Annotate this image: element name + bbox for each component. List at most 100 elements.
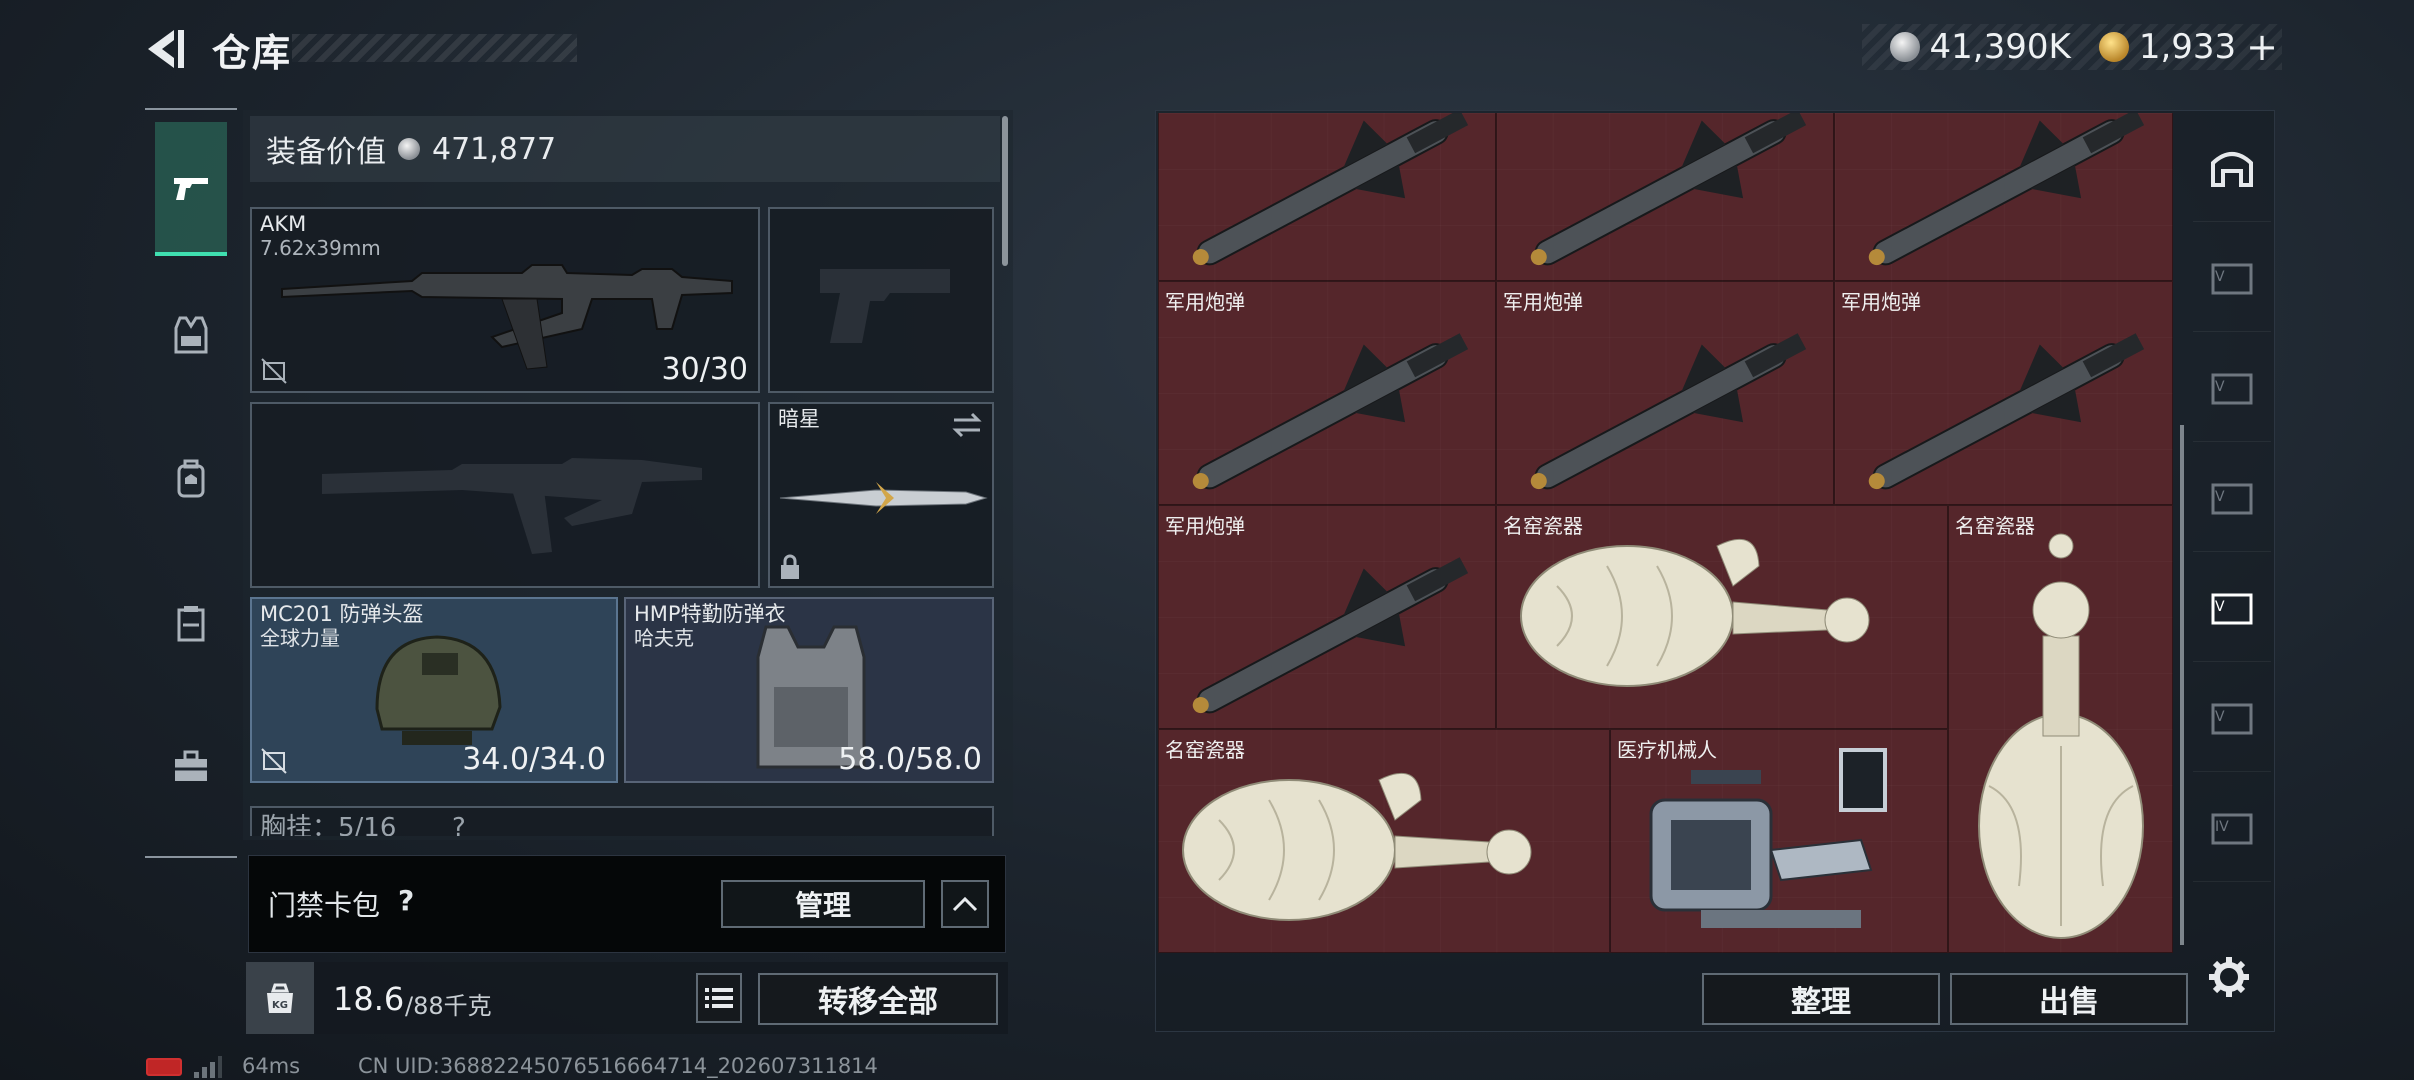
chest-rig-slot[interactable]: 胸挂：5/16 ? [250,806,994,836]
storage-box-icon: V [2211,703,2253,734]
storage-item[interactable] [1496,113,1834,281]
secondary-weapon-slot[interactable] [768,207,994,393]
storage-item[interactable]: 名窑瓷器 [1158,729,1610,953]
storage-item[interactable] [1158,113,1496,281]
signal-icon [194,1056,222,1078]
backpack-icon [177,459,205,498]
item-label: 军用炮弹 [1503,290,1583,314]
missile-icon [1192,113,1469,266]
storage-box-icon: V [2211,483,2253,514]
weight-icon-box: KG [246,962,314,1034]
battery-icon [146,1058,182,1076]
svg-text:V: V [2215,379,2225,395]
secondary-rifle-slot[interactable] [250,402,760,588]
storage-box-icon: V [2211,263,2253,294]
no-insure-icon [261,748,287,774]
pistol-icon [174,178,208,200]
collapse-button[interactable] [941,880,989,928]
manage-button[interactable]: 管理 [721,880,925,928]
storage-tab-iv[interactable]: IV [2193,772,2271,882]
knife-icon [779,482,988,514]
storage-item[interactable]: 军用炮弹 [1496,281,1834,505]
item-label: 医疗机械人 [1617,738,1717,762]
armor-slot[interactable]: HMP特勤防弹衣 哈夫克 58.0/58.0 [624,597,994,783]
missile-icon [1192,333,1469,490]
svg-text:KG: KG [272,1000,288,1011]
item-label: 名窑瓷器 [1955,514,2035,538]
medical-robot-icon [1649,748,1887,928]
no-insure-icon [261,358,287,384]
storage-tab-home[interactable] [2193,112,2271,222]
gold-currency-amount: 1,933 [2138,27,2237,67]
helmet-slot[interactable]: MC201 防弹头盔 全球力量 34.0/34.0 [250,597,618,783]
category-container[interactable] [155,556,227,690]
storage-tab-v4-active[interactable]: V [2193,552,2271,662]
missile-icon [1868,333,2145,490]
gear-icon[interactable] [2207,955,2251,999]
add-currency-button[interactable]: + [2246,28,2278,66]
weight-max: /88千克 [405,992,492,1020]
silver-coin-icon [1889,32,1920,62]
chevron-up-icon [952,896,978,912]
storage-item[interactable]: 军用炮弹 [1158,505,1496,729]
vest-icon [174,316,208,354]
list-icon [705,988,733,1008]
storage-item[interactable]: 名窑瓷器 [1496,505,1948,729]
item-label: 军用炮弹 [1841,290,1921,314]
porcelain-vase-icon [1978,533,2144,939]
hideout-icon [2211,151,2253,187]
melee-name: 暗星 [778,407,820,431]
svg-text:V: V [2215,489,2225,505]
pistol-silhouette-icon [820,269,950,343]
category-vest[interactable] [155,268,227,402]
storage-item[interactable]: 名窑瓷器 [1948,505,2173,953]
equipment-value: 471,877 [432,131,557,167]
storage-item[interactable]: 军用炮弹 [1158,281,1496,505]
sort-button[interactable]: 整理 [1702,973,1940,1025]
ammo-count: 30/30 [661,352,748,387]
storage-grid: 军用炮弹 军用炮弹 军用炮弹 军用炮弹 名窑瓷器 名窑瓷器 名窑瓷器 医疗机械人 [1158,113,2173,953]
missile-icon [1868,113,2145,266]
storage-tab-rail: V V V V V IV [2193,112,2271,952]
back-arrow-icon[interactable] [140,24,190,74]
storage-tab-v3[interactable]: V [2193,442,2271,552]
porcelain-vase-icon [1520,538,1870,687]
chest-rig-help-icon[interactable]: ? [452,814,466,836]
equipment-category-rail [145,108,237,858]
uid-text: CN UID:3688224507651666471​4_20260731181… [358,1054,878,1078]
equipment-scrollbar[interactable] [1002,116,1008,266]
melee-weapon-slot[interactable]: 暗星 [768,402,994,588]
swap-icon[interactable] [950,410,984,440]
access-card-label: 门禁卡包 [268,889,381,922]
equipment-value-bar: 装备价值 471,877 [250,116,1000,182]
sell-button[interactable]: 出售 [1950,973,2188,1025]
armor-durability: 58.0/58.0 [838,742,982,777]
category-backpack[interactable] [155,412,227,546]
list-view-button[interactable] [696,973,742,1023]
transfer-all-button[interactable]: 转移全部 [758,973,998,1025]
storage-tab-v1[interactable]: V [2193,222,2271,332]
missile-icon [1530,113,1807,266]
silver-coin-icon [398,138,420,160]
title-decoration [292,34,577,62]
briefcase-icon [175,750,207,781]
storage-tab-v5[interactable]: V [2193,662,2271,772]
category-weapons[interactable] [155,122,227,256]
rifle-silhouette-icon [322,458,702,554]
storage-item[interactable]: 医疗机械人 [1610,729,1948,953]
storage-scrollbar[interactable] [2180,425,2184,945]
missile-icon [1192,557,1469,714]
svg-text:V: V [2215,709,2225,725]
silver-currency-amount: 41,390K [1929,27,2071,67]
item-label: 名窑瓷器 [1503,514,1583,538]
storage-box-icon: V [2211,593,2253,624]
helmet-durability: 34.0/34.0 [462,742,606,777]
storage-item[interactable]: 军用炮弹 [1834,281,2173,505]
storage-box-icon: V [2211,373,2253,404]
storage-tab-v2[interactable]: V [2193,332,2271,442]
access-card-help-icon[interactable]: ? [398,884,414,917]
category-toolbox[interactable] [155,700,227,834]
primary-weapon-slot[interactable]: AKM 7.62x39mm 30/30 [250,207,760,393]
storage-item[interactable] [1834,113,2173,281]
kettlebell-weight-icon: KG [267,983,293,1013]
